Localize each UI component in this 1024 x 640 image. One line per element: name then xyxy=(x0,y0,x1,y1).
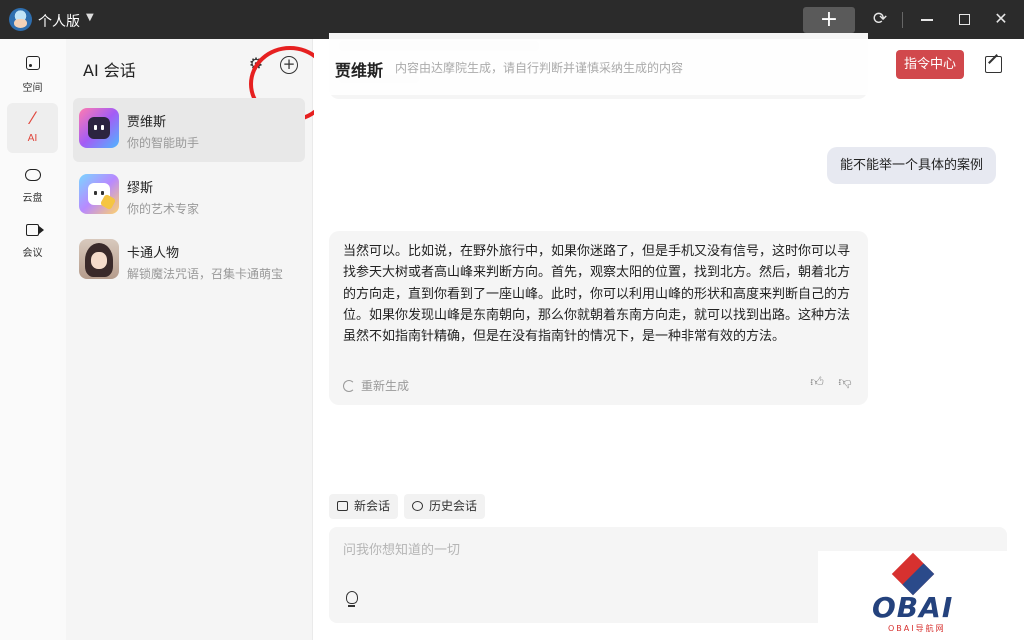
rail-label: 空间 xyxy=(22,83,43,94)
ai-message-text: 当然可以。比如说，在野外旅行中，如果你迷路了，但是手机又没有信号，这时你可以寻找… xyxy=(343,244,851,345)
maximize-icon[interactable] xyxy=(954,9,974,29)
user-avatar[interactable] xyxy=(9,8,32,31)
cartoon-avatar xyxy=(79,239,119,279)
disclaimer: 内容由达摩院生成，请自行判断并谨慎采纳生成的内容 xyxy=(395,61,684,75)
session-item-muse[interactable]: 缪斯 你的艺术专家 xyxy=(73,164,305,228)
sync-icon[interactable]: ⟳ xyxy=(870,9,890,29)
new-chat-label: 新会话 xyxy=(354,499,391,513)
thumbs-down-icon[interactable]: 👎︎ xyxy=(837,375,853,391)
rail-item-cloud[interactable]: 云盘 xyxy=(7,159,58,209)
rail-label: 云盘 xyxy=(22,193,43,204)
chevron-down-icon[interactable]: ▼ xyxy=(86,12,94,23)
lightbulb-icon[interactable] xyxy=(346,591,358,607)
edition-label[interactable]: 个人版 xyxy=(38,11,80,31)
session-item-cartoon[interactable]: 卡通人物 解锁魔法咒语，召集卡通萌宝 xyxy=(73,229,305,293)
history-icon xyxy=(412,501,423,511)
rail-item-space[interactable]: 空间 xyxy=(7,49,58,99)
user-message: 能不能举一个具体的案例 xyxy=(827,147,997,184)
history-button[interactable]: 历史会话 xyxy=(404,494,486,519)
rail-item-ai[interactable]: ⁄ AI xyxy=(7,103,58,153)
ai-message: 当然可以。比如说，在野外旅行中，如果你迷路了，但是手机又没有信号，这时你可以寻找… xyxy=(329,231,868,405)
command-center-button[interactable]: 指令中心 xyxy=(896,50,964,79)
divider xyxy=(902,12,903,28)
new-chat-button[interactable]: 新会话 xyxy=(329,494,399,519)
chat-title: 贾维斯 xyxy=(335,61,384,80)
muse-avatar xyxy=(79,174,119,214)
cube-logo-icon xyxy=(891,552,935,596)
jarvis-avatar xyxy=(79,108,119,148)
rail-label: 会议 xyxy=(22,248,43,259)
minimize-icon[interactable] xyxy=(917,9,937,29)
session-desc: 你的艺术专家 xyxy=(127,202,200,216)
magic-wand-icon: ⁄ xyxy=(31,109,34,129)
session-name: 卡通人物 xyxy=(127,246,180,261)
session-desc: 你的智能助手 xyxy=(127,136,200,150)
session-desc: 解锁魔法咒语，召集卡通萌宝 xyxy=(127,267,284,281)
chat-area: 贾维斯 内容由达摩院生成，请自行判断并谨慎采纳生成的内容 指令中心 能不能举一个… xyxy=(314,33,1024,640)
rail-item-meeting[interactable]: 会议 xyxy=(7,214,58,264)
video-icon xyxy=(23,220,44,240)
watermark-brand: OBAI xyxy=(872,591,954,624)
thumbs-up-icon[interactable]: 👍︎ xyxy=(809,375,825,391)
watermark-sub: OBAI导航网 xyxy=(888,624,946,633)
session-name: 贾维斯 xyxy=(127,115,167,130)
session-panel: AI 会话 ⚙ + 贾维斯 你的智能助手 缪斯 你的艺术专家 卡通人物 解锁魔法… xyxy=(66,39,331,640)
cloud-icon xyxy=(23,165,43,185)
edit-icon[interactable] xyxy=(985,56,1002,73)
history-label: 历史会话 xyxy=(429,499,478,513)
regenerate-button[interactable]: 重新生成 xyxy=(343,377,409,394)
nav-rail: 空间 ⁄ AI 云盘 会议 xyxy=(0,39,66,640)
add-button[interactable]: + xyxy=(803,7,855,33)
watermark-logo: OBAI OBAI导航网 xyxy=(818,551,1024,640)
regenerate-label: 重新生成 xyxy=(361,379,410,393)
chat-header: 贾维斯 内容由达摩院生成，请自行判断并谨慎采纳生成的内容 指令中心 xyxy=(314,39,1024,95)
close-icon[interactable]: ✕ xyxy=(991,9,1011,29)
refresh-icon xyxy=(343,380,355,392)
space-icon xyxy=(23,55,43,75)
panel-title: AI 会话 xyxy=(83,61,136,80)
rail-label: AI xyxy=(27,133,38,144)
session-name: 缪斯 xyxy=(127,181,154,196)
chat-icon xyxy=(337,501,348,511)
session-item-jarvis[interactable]: 贾维斯 你的智能助手 xyxy=(73,98,305,162)
